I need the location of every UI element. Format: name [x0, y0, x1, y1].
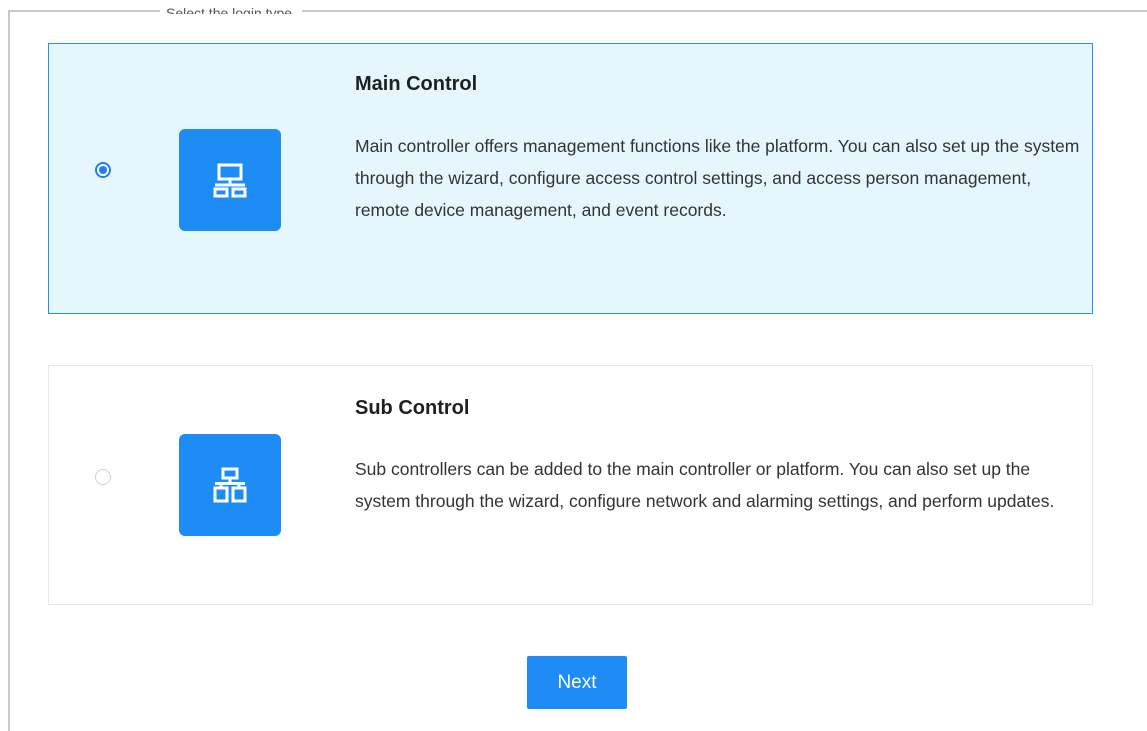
sub-control-description: Sub controllers can be added to the main… — [355, 459, 1055, 511]
main-control-title: Main Control — [355, 73, 478, 95]
main-control-radio[interactable] — [95, 162, 111, 178]
main-control-option[interactable]: Main Control Main controller offers mana… — [48, 43, 1093, 314]
sub-control-title: Sub Control — [355, 397, 470, 419]
sub-control-option[interactable]: Sub Control Sub controllers can be added… — [48, 365, 1093, 605]
next-button[interactable]: Next — [527, 656, 627, 709]
sub-control-radio[interactable] — [95, 469, 111, 485]
main-control-description: Main controller offers management functi… — [355, 136, 1080, 220]
hierarchy-icon — [179, 434, 281, 536]
page-caption: Select the login type. — [160, 6, 302, 14]
network-topology-icon — [179, 129, 281, 231]
